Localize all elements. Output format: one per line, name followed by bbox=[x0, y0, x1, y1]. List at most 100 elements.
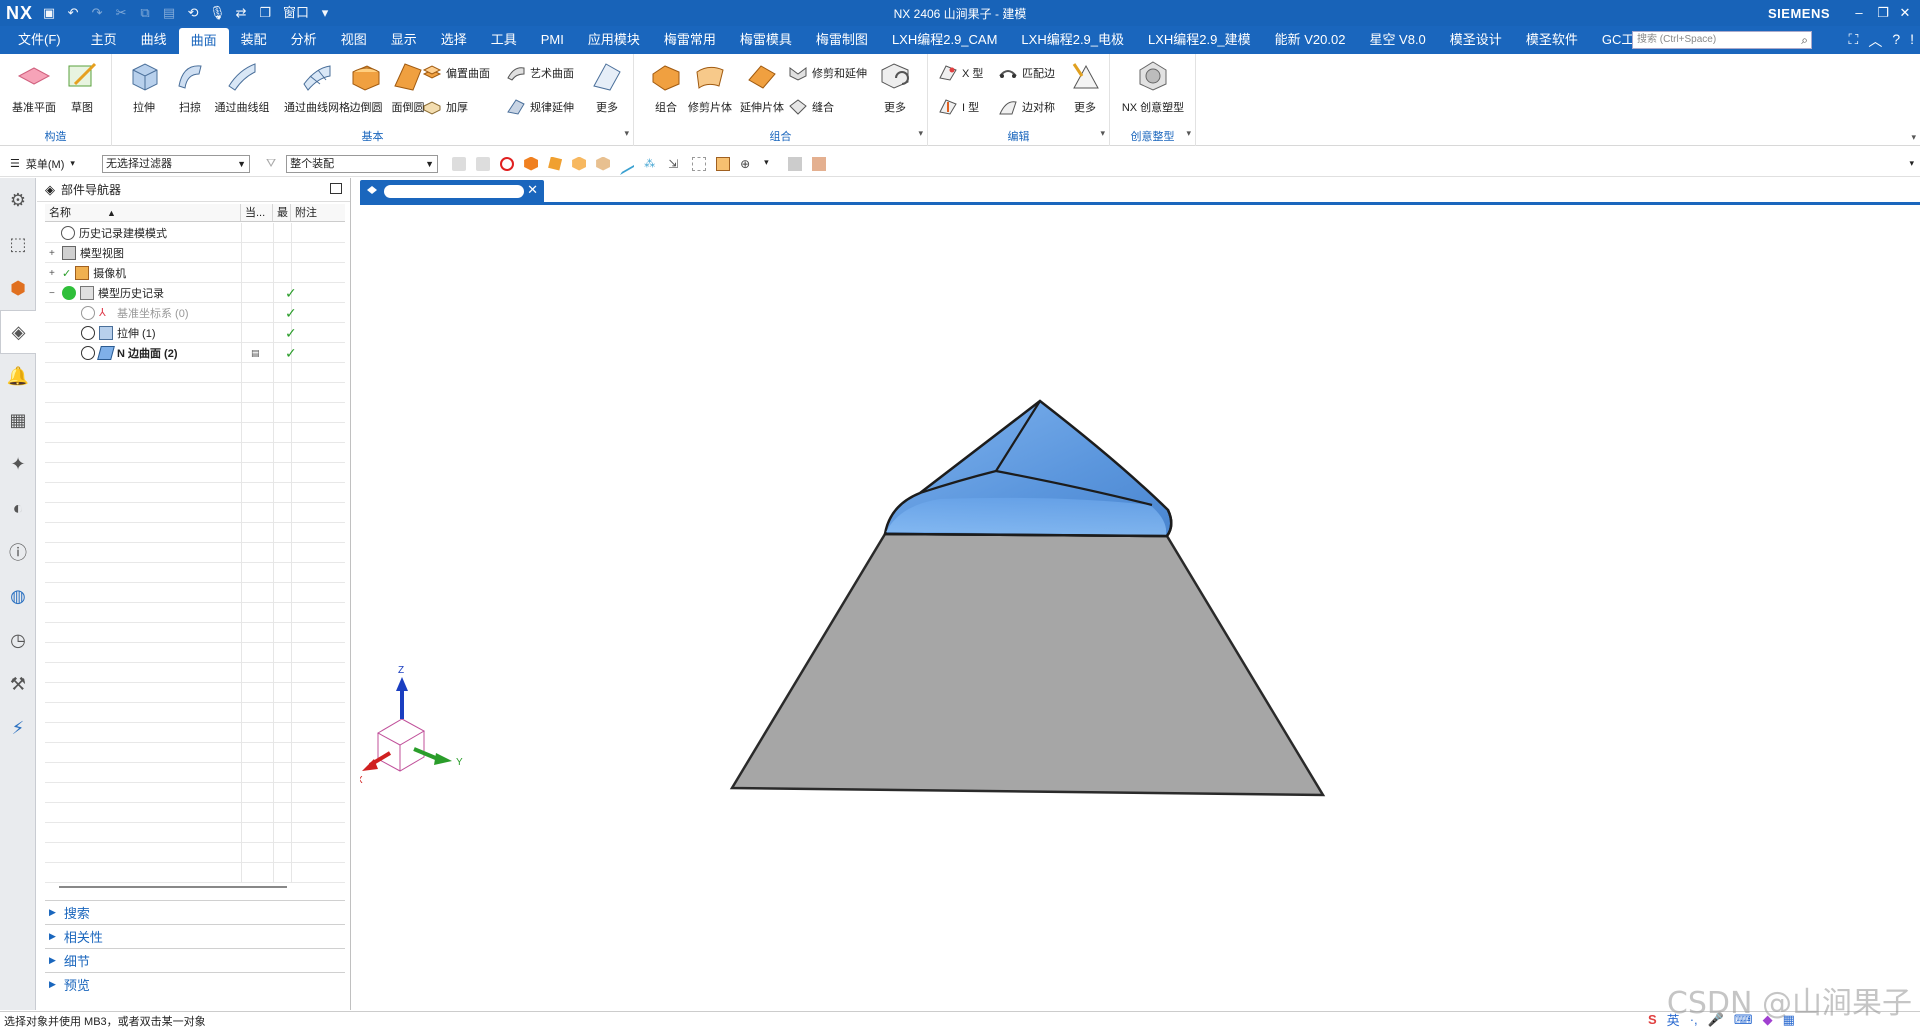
graphics-window[interactable]: Z Y X bbox=[356, 205, 1920, 1011]
tab-mosheng-software[interactable]: 模圣软件 bbox=[1514, 26, 1590, 54]
panel-search[interactable]: ▶ 搜索 bbox=[45, 900, 345, 924]
tab-meilei-drafting[interactable]: 梅雷制图 bbox=[804, 26, 880, 54]
restore-icon[interactable]: ❐ bbox=[1874, 4, 1892, 22]
toolbox-icon[interactable]: ▦ bbox=[1783, 1012, 1795, 1028]
expand-icon[interactable]: + bbox=[49, 248, 58, 259]
customize-chevron-icon[interactable]: ▾ bbox=[317, 5, 333, 21]
palette-icon[interactable]: ◍ bbox=[0, 574, 36, 618]
through-curves-button[interactable]: 通过曲线组 bbox=[204, 60, 280, 115]
tab-lxh-electrode[interactable]: LXH编程2.9_电极 bbox=[1009, 26, 1136, 54]
command-search-input[interactable]: 搜索 (Ctrl+Space) ⌕ bbox=[1632, 31, 1812, 49]
search-icon[interactable]: ⌕ bbox=[1801, 32, 1808, 48]
chevron-down-icon[interactable]: ▾ bbox=[764, 157, 778, 171]
selection-scope-select[interactable]: 整个装配 ▼ bbox=[286, 154, 439, 173]
model-canvas[interactable]: Z Y X bbox=[356, 205, 1920, 1011]
horizontal-scrollbar[interactable] bbox=[59, 886, 287, 888]
nx-realize-shape-button[interactable]: NX 创意塑型 bbox=[1116, 60, 1190, 115]
hd3d-tools-icon[interactable]: ✦ bbox=[0, 442, 36, 486]
close-icon[interactable]: ✕ bbox=[1896, 4, 1914, 22]
role-icon[interactable]: ⚡ bbox=[0, 706, 36, 750]
select-all-icon[interactable] bbox=[452, 156, 467, 171]
collapse-ribbon-icon[interactable]: ︿ bbox=[1868, 31, 1882, 51]
sew-button[interactable]: 缝合 bbox=[788, 96, 834, 118]
component-icon[interactable] bbox=[716, 156, 731, 171]
more-edit-button[interactable]: 更多 bbox=[1064, 60, 1106, 115]
tab-xingkong[interactable]: 星空 V8.0 bbox=[1357, 26, 1437, 54]
group-dropdown-icon[interactable]: ▾ bbox=[918, 128, 923, 139]
tab-view[interactable]: 视图 bbox=[329, 26, 379, 54]
point-icon[interactable]: ⁂ bbox=[644, 157, 658, 171]
group-dropdown-icon[interactable]: ▾ bbox=[1186, 128, 1191, 139]
window-icon[interactable]: ❐ bbox=[257, 5, 273, 21]
alert-icon[interactable]: ! bbox=[1910, 31, 1914, 51]
panel-preview[interactable]: ▶ 预览 bbox=[45, 972, 345, 996]
ime-language-label[interactable]: 英 bbox=[1667, 1010, 1680, 1029]
window-menu[interactable]: 窗口 bbox=[283, 5, 309, 21]
keyboard-icon[interactable]: ⌨ bbox=[1734, 1012, 1753, 1028]
file-menu[interactable]: 文件(F) bbox=[0, 26, 79, 54]
visible-eye-icon[interactable] bbox=[81, 346, 95, 360]
assembly-navigator-icon[interactable]: ⬚ bbox=[0, 222, 36, 266]
redo-icon[interactable]: ↷ bbox=[89, 5, 105, 21]
toolbar-options-icon[interactable]: ▾ bbox=[1909, 158, 1914, 169]
extrude-face[interactable] bbox=[729, 532, 1326, 797]
voice-input-icon[interactable]: 🎤 bbox=[1708, 1012, 1724, 1028]
tab-curve[interactable]: 曲线 bbox=[129, 26, 179, 54]
hidden-eye-icon[interactable] bbox=[81, 306, 95, 320]
sogou-icon[interactable]: S bbox=[1648, 1012, 1657, 1027]
tab-meilei-mold[interactable]: 梅雷模具 bbox=[728, 26, 804, 54]
tab-lxh-cam[interactable]: LXH编程2.9_CAM bbox=[880, 26, 1009, 54]
hide-icon[interactable] bbox=[812, 156, 827, 171]
tree-row-model-history[interactable]: − 模型历史记录 ✓ bbox=[45, 283, 345, 303]
tab-pmi[interactable]: PMI bbox=[529, 26, 576, 54]
document-tab[interactable]: ✕ bbox=[360, 180, 544, 202]
tab-meilei-common[interactable]: 梅雷常用 bbox=[652, 26, 728, 54]
trim-sheet-button[interactable]: 修剪片体 bbox=[680, 60, 740, 115]
deselect-icon[interactable] bbox=[476, 156, 491, 171]
microphone-icon[interactable]: 🎙 bbox=[209, 5, 226, 21]
tab-assembly[interactable]: 装配 bbox=[229, 26, 279, 54]
extend-sheet-button[interactable]: 延伸片体 bbox=[732, 60, 792, 115]
close-tab-icon[interactable]: ✕ bbox=[527, 182, 538, 198]
sketch-button[interactable]: 草图 bbox=[52, 60, 112, 115]
expand-icon[interactable]: + bbox=[49, 268, 58, 279]
trim-extend-button[interactable]: 修剪和延伸 bbox=[788, 62, 867, 84]
thicken-button[interactable]: 加厚 bbox=[422, 96, 468, 118]
ribbon-options-icon[interactable]: ▾ bbox=[1911, 132, 1916, 143]
face-icon[interactable] bbox=[572, 156, 587, 171]
web-browser-icon[interactable]: ◐ bbox=[0, 486, 36, 530]
tab-mosheng-design[interactable]: 模圣设计 bbox=[1438, 26, 1514, 54]
tab-lxh-modeling[interactable]: LXH编程2.9_建模 bbox=[1136, 26, 1263, 54]
tab-display[interactable]: 显示 bbox=[379, 26, 429, 54]
column-current[interactable]: 当... bbox=[241, 204, 273, 221]
match-edge-button[interactable]: 匹配边 bbox=[998, 62, 1055, 84]
more-combine-button[interactable]: 更多 bbox=[872, 60, 918, 115]
wireframe-icon[interactable] bbox=[692, 156, 707, 171]
tree-row-extrude[interactable]: 拉伸 (1) ✓ bbox=[45, 323, 345, 343]
copy-icon[interactable]: ⧉ bbox=[137, 5, 153, 21]
tab-tools[interactable]: 工具 bbox=[479, 26, 529, 54]
law-extension-button[interactable]: 规律延伸 bbox=[506, 96, 574, 118]
tab-select[interactable]: 选择 bbox=[429, 26, 479, 54]
history-clock-icon[interactable]: ◷ bbox=[0, 618, 36, 662]
reuse-library-icon[interactable]: ▦ bbox=[0, 398, 36, 442]
collapse-icon[interactable]: − bbox=[49, 288, 58, 299]
tree-row-history-mode[interactable]: 历史记录建模模式 bbox=[45, 223, 345, 243]
maximize-icon[interactable] bbox=[330, 183, 342, 194]
more-basic-button[interactable]: 更多 bbox=[586, 60, 628, 115]
i-form-button[interactable]: I 型 bbox=[938, 96, 979, 118]
column-latest[interactable]: 最 bbox=[273, 204, 291, 221]
offset-surface-button[interactable]: 偏置曲面 bbox=[422, 62, 490, 84]
group-dropdown-icon[interactable]: ▾ bbox=[1100, 128, 1105, 139]
touch-mode-icon[interactable]: ⇄ bbox=[233, 5, 249, 21]
help-icon[interactable]: ? bbox=[1892, 31, 1900, 51]
snap-icon[interactable]: ⇲ bbox=[668, 157, 682, 171]
edge-symmetry-button[interactable]: 边对称 bbox=[998, 96, 1055, 118]
tab-applications[interactable]: 应用模块 bbox=[576, 26, 652, 54]
main-menu-button[interactable]: ☰ 菜单(M) ▾ bbox=[10, 156, 90, 172]
tree-row-model-views[interactable]: + 模型视图 bbox=[45, 243, 345, 263]
fullscreen-icon[interactable]: ⛶ bbox=[1849, 31, 1859, 51]
paste-icon[interactable]: ▤ bbox=[161, 5, 177, 21]
solid-body-icon[interactable] bbox=[524, 156, 539, 171]
studio-surface-button[interactable]: 艺术曲面 bbox=[506, 62, 574, 84]
